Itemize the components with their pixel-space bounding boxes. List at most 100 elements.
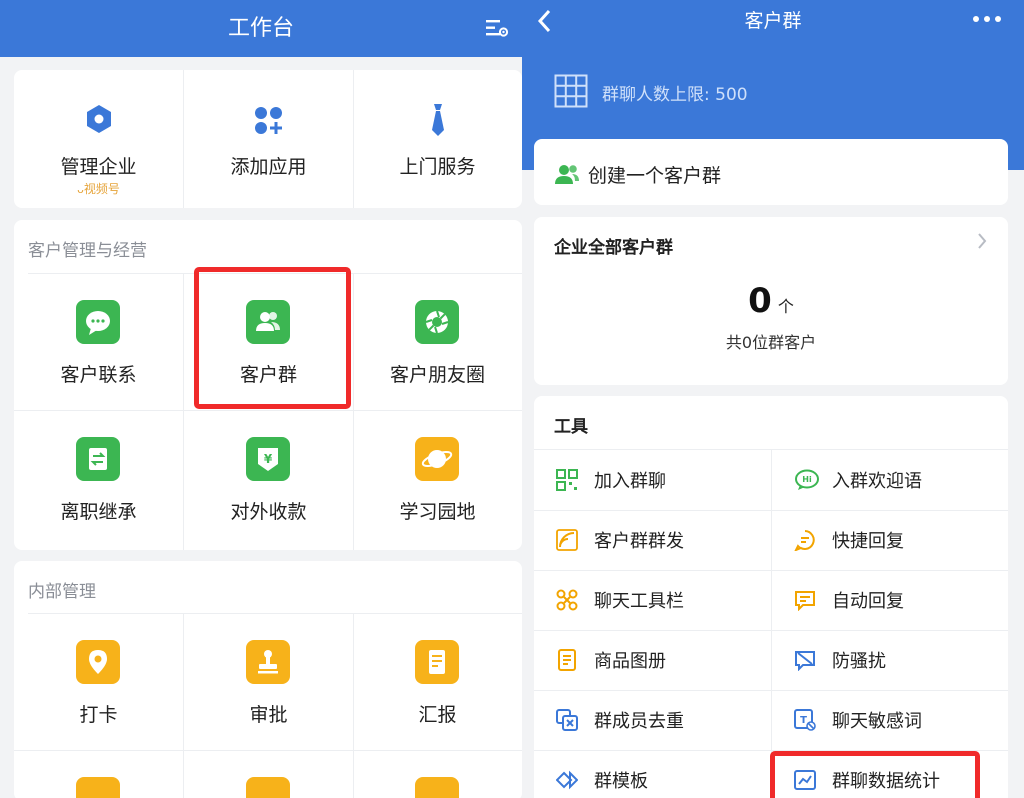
more-dots-icon[interactable]	[972, 13, 1002, 25]
channels-badge: ᴗ视频号	[77, 182, 120, 196]
section-title: 客户管理与经营	[28, 241, 147, 261]
welcome-message-tool[interactable]: Hi 入群欢迎语	[772, 450, 1008, 510]
create-group-label: 创建一个客户群	[588, 165, 722, 187]
tool-label: 商品图册	[594, 651, 666, 672]
approval-item[interactable]: 审批	[184, 614, 353, 750]
planet-icon	[415, 437, 459, 481]
approval-label: 审批	[249, 704, 288, 726]
svg-text:¥: ¥	[264, 452, 273, 466]
member-dedupe-tool[interactable]: 群成员去重	[534, 690, 771, 750]
stamp-icon	[246, 640, 290, 684]
customer-contact-label: 客户联系	[60, 364, 137, 386]
add-apps-icon	[255, 107, 282, 134]
auto-reply-tool[interactable]: 自动回复	[772, 570, 1008, 630]
group-count-number: 0	[748, 281, 772, 321]
tool-label: 聊天敏感词	[832, 711, 922, 732]
tool-label: 加入群聊	[594, 471, 666, 492]
location-pin-icon	[76, 640, 120, 684]
report-icon	[415, 640, 459, 684]
highlight-box	[194, 267, 351, 409]
group-limit-text: 群聊人数上限: 500	[602, 85, 748, 105]
external-payment-label: 对外收款	[230, 501, 307, 523]
transfer-icon	[76, 437, 120, 481]
door-service-label: 上门服务	[399, 156, 476, 178]
internal-management-card: 内部管理 打卡 审批 汇报	[14, 561, 522, 798]
group-customer-count: 共0位群客户	[725, 333, 817, 352]
app-item-partial[interactable]	[184, 751, 353, 798]
all-groups-title: 企业全部客户群	[554, 238, 673, 258]
tool-label: 客户群群发	[594, 531, 684, 552]
report-item[interactable]: 汇报	[353, 614, 522, 750]
sensitive-words-tool[interactable]: T 聊天敏感词	[772, 690, 1008, 750]
customer-contact-item[interactable]: 客户联系	[14, 274, 183, 410]
customer-moments-label: 客户朋友圈	[389, 364, 485, 386]
section-title: 内部管理	[28, 582, 96, 602]
qrcode-icon	[556, 469, 578, 491]
grid-icon	[554, 74, 588, 108]
checkin-label: 打卡	[79, 704, 118, 726]
external-payment-item[interactable]: ¥ 对外收款	[184, 411, 353, 550]
chevron-right-icon	[978, 233, 987, 249]
manage-company-label: 管理企业	[60, 156, 137, 178]
join-group-tool[interactable]: 加入群聊	[534, 450, 771, 510]
share-icon	[415, 777, 459, 798]
tool-label: 快捷回复	[832, 531, 904, 552]
anti-harass-icon	[795, 651, 815, 671]
chat-toolbar-tool[interactable]: 聊天工具栏	[534, 570, 771, 630]
app-item-partial[interactable]	[353, 751, 522, 798]
report-label: 汇报	[418, 704, 457, 726]
tool-label: 入群欢迎语	[832, 471, 922, 492]
door-service-item[interactable]: 上门服务	[353, 70, 522, 208]
tools-card: 工具 加入群聊 Hi 入群欢迎语 客户群群发 快捷回复 聊天工具栏 自动回复 商…	[534, 396, 1008, 798]
group-template-tool[interactable]: 群模板	[534, 750, 771, 798]
workbench-screen: 工作台 管理企业 ᴗ视频号 添加应用 上门服务 客户管理与经营 客户联系 客户群…	[0, 0, 522, 798]
chat-bubble-icon	[76, 300, 120, 344]
top-apps-card: 管理企业 ᴗ视频号 添加应用 上门服务	[14, 70, 522, 208]
product-catalog-tool[interactable]: 商品图册	[534, 630, 771, 690]
tool-label: 群模板	[594, 771, 648, 792]
dedupe-icon	[556, 709, 578, 731]
tool-label: 自动回复	[832, 591, 904, 612]
add-apps-label: 添加应用	[230, 156, 307, 178]
anti-harassment-tool[interactable]: 防骚扰	[772, 630, 1008, 690]
learning-garden-label: 学习园地	[399, 501, 476, 523]
add-group-icon	[555, 165, 579, 184]
chevron-left-icon[interactable]	[534, 8, 556, 34]
megaphone-icon	[76, 777, 120, 798]
clipboard-icon	[246, 777, 290, 798]
auto-reply-icon	[795, 591, 815, 611]
customer-group-screen: 客户群 群聊人数上限: 500 创建一个客户群 企业全部客户群 0个 共0位群客…	[522, 0, 1024, 798]
moments-icon	[415, 300, 459, 344]
manage-company-item[interactable]: 管理企业 ᴗ视频号	[14, 70, 183, 208]
checkin-item[interactable]: 打卡	[14, 614, 183, 750]
catalog-icon	[558, 649, 576, 671]
learning-garden-item[interactable]: 学习园地	[353, 411, 522, 550]
broadcast-icon	[556, 529, 578, 551]
group-count-unit: 个	[777, 297, 794, 316]
group-count: 0个	[534, 281, 1008, 321]
payment-icon: ¥	[246, 437, 290, 481]
group-broadcast-tool[interactable]: 客户群群发	[534, 510, 771, 570]
tool-label: 群成员去重	[594, 711, 684, 732]
quick-reply-icon	[794, 530, 815, 551]
add-apps-item[interactable]: 添加应用	[184, 70, 353, 208]
customer-group-title: 客户群	[744, 10, 802, 32]
tool-label: 防骚扰	[832, 651, 886, 672]
tool-label: 聊天工具栏	[594, 591, 684, 612]
toolbar-icon	[556, 589, 578, 611]
highlight-box	[770, 751, 980, 798]
sensitive-word-icon: T	[794, 709, 816, 731]
svg-text:T: T	[800, 715, 807, 726]
hexagon-icon	[87, 105, 111, 133]
template-icon	[556, 770, 578, 790]
channels-icon: ᴗ	[77, 183, 84, 196]
tie-icon	[432, 104, 444, 136]
quick-reply-tool[interactable]: 快捷回复	[772, 510, 1008, 570]
all-groups-card[interactable]: 企业全部客户群 0个 共0位群客户	[534, 217, 1008, 385]
resign-inherit-label: 离职继承	[60, 501, 137, 523]
customer-moments-item[interactable]: 客户朋友圈	[353, 274, 522, 410]
settings-list-icon[interactable]	[484, 15, 510, 41]
resign-inherit-item[interactable]: 离职继承	[14, 411, 183, 550]
create-group-button[interactable]: 创建一个客户群	[534, 139, 1008, 205]
app-item-partial[interactable]	[14, 751, 183, 798]
